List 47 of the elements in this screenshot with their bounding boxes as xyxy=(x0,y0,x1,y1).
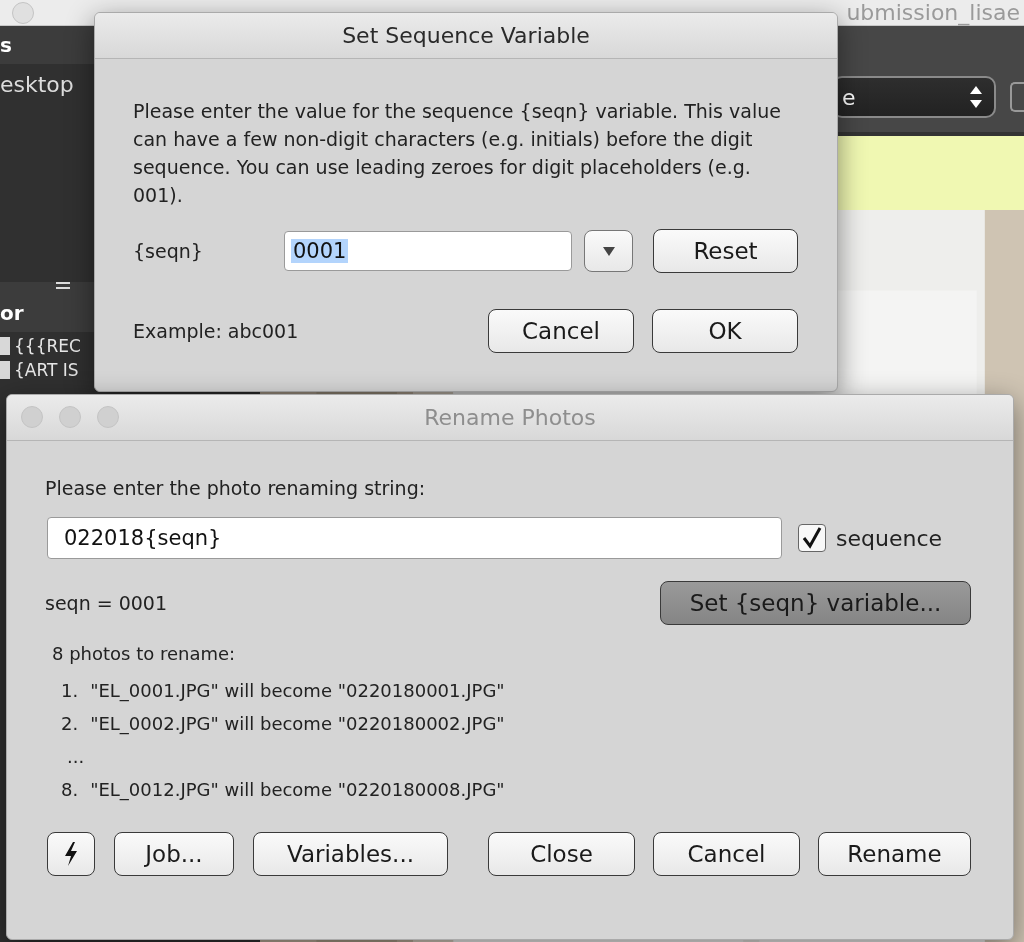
list-number: 1. xyxy=(61,680,79,701)
checkmark-icon xyxy=(802,527,822,549)
rename-string-field[interactable]: 022018{seqn} xyxy=(47,517,782,559)
checkbox-label: sequence xyxy=(836,525,942,551)
dialog-button[interactable]: Cancel xyxy=(653,832,800,876)
dialog-title: Set Sequence Variable xyxy=(342,23,590,48)
instructions-text: Please enter the value for the sequence {seqn} variable. This value can have a few non-digit characters (e.g. initials) before the digit sequence. You can use leading zeroes for digit placeholders (e.g. 001). xyxy=(133,99,782,208)
list-number: 8. xyxy=(61,779,79,800)
reset-button[interactable]: Reset xyxy=(653,229,798,273)
rename-preview-text: "EL_0001.JPG" will become "0220180001.JPG" xyxy=(90,680,505,701)
count-text: 8 photos to rename: xyxy=(52,643,237,664)
dropdown-button[interactable] xyxy=(584,230,633,272)
dialog-button[interactable]: Variables... xyxy=(253,832,448,876)
lightning-icon xyxy=(64,842,78,866)
action-button[interactable] xyxy=(47,832,95,876)
sidebar-header: or xyxy=(0,301,24,325)
checkbox[interactable] xyxy=(0,337,10,355)
dialog-title: Rename Photos xyxy=(424,405,596,430)
updown-arrows-icon xyxy=(970,86,982,108)
sidebar-header: s xyxy=(0,33,12,57)
seqn-field[interactable]: 0001 xyxy=(284,231,572,271)
caret-icon xyxy=(602,246,615,256)
dialog-button[interactable]: Rename xyxy=(818,832,971,876)
minimize-button[interactable] xyxy=(59,406,81,428)
sequence-checkbox[interactable] xyxy=(798,524,826,552)
dialog-button[interactable]: Job... xyxy=(114,832,234,876)
sidebar-row[interactable]: {{{REC xyxy=(14,336,81,356)
close-button[interactable] xyxy=(12,1,34,24)
rename-preview-text: "EL_0012.JPG" will become "0220180008.JPG" xyxy=(90,779,505,800)
dialog-button[interactable]: Close xyxy=(488,832,635,876)
example-text: Example: abc001 xyxy=(133,320,300,342)
set-variable-button[interactable]: Set {seqn} variable... xyxy=(660,581,971,625)
close-button[interactable] xyxy=(21,406,43,428)
resize-handle-icon[interactable] xyxy=(56,282,70,290)
dialog-button[interactable]: Cancel xyxy=(488,309,634,353)
dialog-button[interactable]: OK xyxy=(652,309,798,353)
list-number: 2. xyxy=(61,713,79,734)
sidebar-row[interactable]: {ART IS xyxy=(14,360,79,380)
toolbar-button[interactable] xyxy=(1010,82,1024,112)
zoom-button[interactable] xyxy=(97,406,119,428)
field-label: {seqn} xyxy=(133,240,204,262)
checkbox[interactable] xyxy=(0,361,10,379)
seqn-value-text: seqn = 0001 xyxy=(45,592,168,614)
window-title: ubmission_lisae xyxy=(846,0,1020,25)
ellipsis-text: ... xyxy=(66,746,85,767)
prompt-text: Please enter the photo renaming string: xyxy=(45,477,427,499)
rename-preview-text: "EL_0002.JPG" will become "0220180002.JPG" xyxy=(90,713,505,734)
